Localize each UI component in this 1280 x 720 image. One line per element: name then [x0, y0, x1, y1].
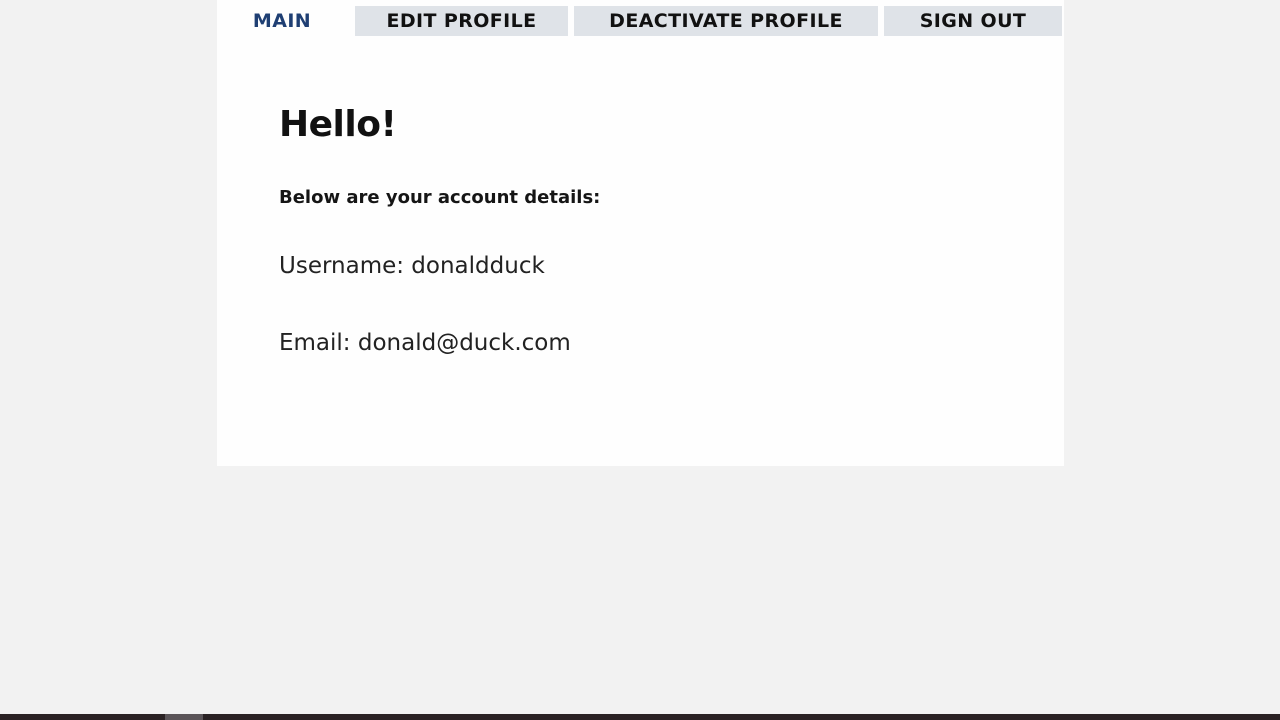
tab-main[interactable]: MAIN: [217, 6, 347, 36]
tab-deactivate-profile[interactable]: DEACTIVATE PROFILE: [574, 6, 878, 36]
page: MAIN EDIT PROFILE DEACTIVATE PROFILE SIG…: [0, 0, 1280, 720]
profile-card: MAIN EDIT PROFILE DEACTIVATE PROFILE SIG…: [217, 0, 1064, 466]
email-value: Email: donald@duck.com: [279, 330, 571, 356]
username-value: Username: donaldduck: [279, 253, 545, 279]
page-title: Hello!: [279, 104, 397, 145]
taskbar-item[interactable]: [165, 714, 203, 720]
account-details-heading: Below are your account details:: [279, 187, 601, 208]
tab-sign-out[interactable]: SIGN OUT: [884, 6, 1062, 36]
tab-edit-profile[interactable]: EDIT PROFILE: [355, 6, 568, 36]
taskbar: [0, 714, 1280, 720]
main-content: Hello!: [279, 104, 397, 145]
